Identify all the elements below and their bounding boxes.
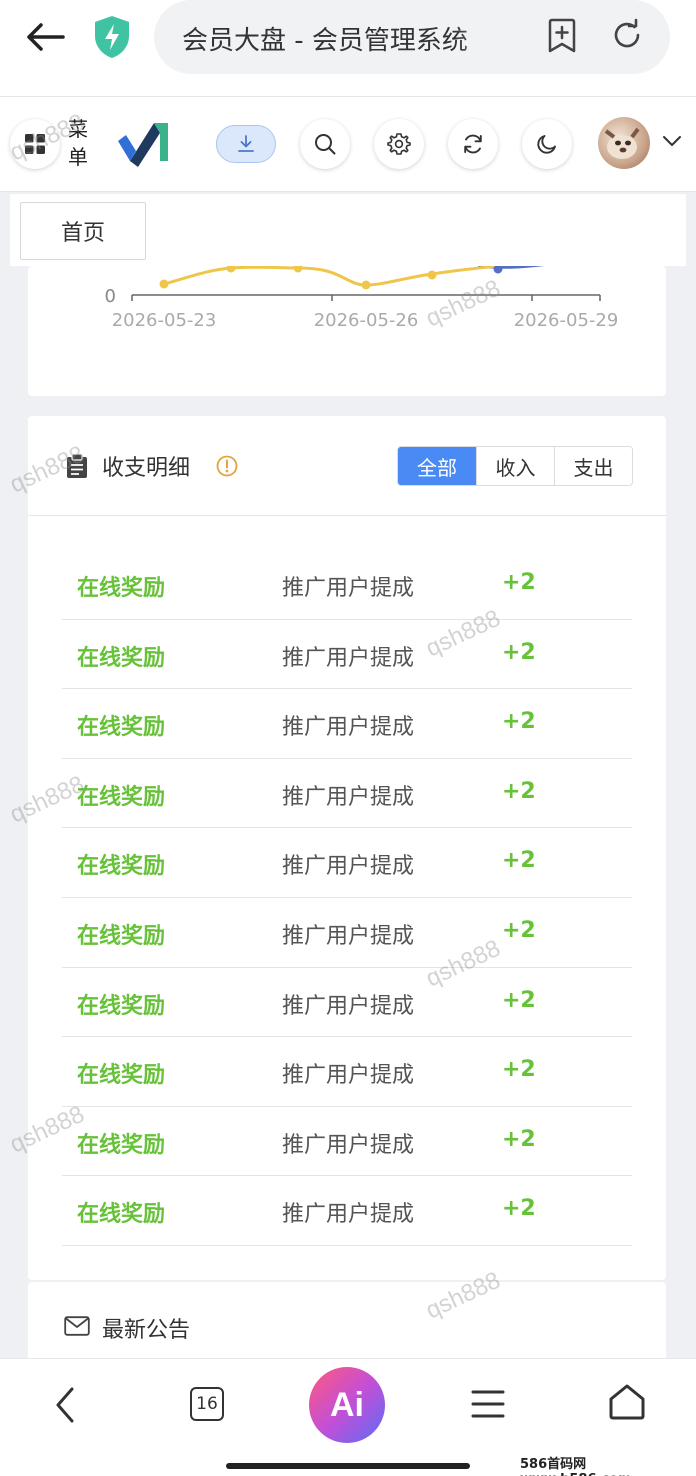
- record-amount: +2: [502, 917, 536, 943]
- record-description: 推广用户提成: [282, 993, 415, 1019]
- list-item[interactable]: 在线奖励 推广用户提成 +2: [62, 828, 632, 898]
- info-icon[interactable]: [216, 455, 238, 481]
- ai-assistant-button[interactable]: Ai: [309, 1367, 385, 1443]
- refresh-icon[interactable]: [448, 119, 498, 169]
- browser-bottom-nav: 16 Ai 586首码网 www.h586.com: [0, 1358, 696, 1476]
- browser-toolbar: 会员大盘 - 会员管理系统: [0, 0, 696, 96]
- filter-all-button[interactable]: 全部: [398, 447, 476, 485]
- record-description: 推广用户提成: [282, 923, 415, 949]
- list-item[interactable]: 在线奖励 推广用户提成 +2: [62, 620, 632, 690]
- record-description: 推广用户提成: [282, 715, 415, 741]
- app-header: 菜单: [0, 96, 696, 192]
- list-item[interactable]: 在线奖励 推广用户提成 +2: [62, 898, 632, 968]
- list-item[interactable]: 在线奖励 推广用户提成 +2: [62, 550, 632, 620]
- download-button[interactable]: [216, 125, 276, 163]
- record-type: 在线奖励: [77, 1132, 166, 1158]
- record-type: 在线奖励: [77, 576, 166, 601]
- add-bookmark-icon[interactable]: [546, 18, 582, 56]
- ledger-header: 收支明细 全部 收入 支出: [28, 416, 666, 516]
- record-amount: +2: [502, 709, 536, 735]
- grid-menu-icon[interactable]: [10, 119, 60, 169]
- record-amount: +2: [502, 1126, 536, 1152]
- logo: [114, 115, 174, 167]
- data-point: [293, 266, 303, 273]
- data-point: [159, 279, 169, 289]
- record-description: 推广用户提成: [282, 854, 415, 880]
- record-type: 在线奖励: [77, 1063, 166, 1089]
- home-icon[interactable]: [608, 1383, 646, 1425]
- record-description: 推广用户提成: [282, 1132, 415, 1158]
- data-point: [493, 266, 503, 274]
- ledger-card: 收支明细 全部 收入 支出 在线奖励 推广用户提成 +2 在线奖励 推广用户提成…: [28, 416, 666, 1280]
- list-item[interactable]: 在线奖励 推广用户提成 +2: [62, 759, 632, 829]
- back-arrow-icon[interactable]: [22, 16, 68, 58]
- record-amount: +2: [502, 987, 536, 1013]
- list-item[interactable]: 在线奖励 推广用户提成 +2: [62, 968, 632, 1038]
- data-point: [427, 270, 437, 280]
- list-item[interactable]: 在线奖励 推广用户提成 +2: [62, 1037, 632, 1107]
- chevron-down-icon[interactable]: [662, 133, 682, 152]
- record-description: 推广用户提成: [282, 784, 415, 810]
- list-item[interactable]: 在线奖励 推广用户提成 +2: [62, 1107, 632, 1177]
- data-point: [361, 280, 371, 290]
- notice-title: 最新公告: [102, 1318, 191, 1343]
- record-description: 推广用户提成: [282, 645, 415, 671]
- record-amount: +2: [502, 778, 536, 804]
- site-watermark: 586首码网 www.h586.com: [520, 1457, 632, 1476]
- record-type: 在线奖励: [77, 923, 166, 949]
- record-amount: +2: [502, 1196, 536, 1222]
- x-tick-label: 2026-05-26: [314, 310, 419, 331]
- record-description: 推广用户提成: [282, 576, 415, 601]
- filter-income-button[interactable]: 收入: [476, 447, 554, 485]
- title-fade: [454, 10, 534, 64]
- list-item[interactable]: 在线奖励 推广用户提成 +2: [62, 1176, 632, 1246]
- tab-home[interactable]: 首页: [20, 202, 146, 260]
- record-description: 推广用户提成: [282, 1202, 415, 1228]
- reload-icon[interactable]: [610, 18, 646, 56]
- record-type: 在线奖励: [77, 993, 166, 1019]
- gear-icon[interactable]: [374, 119, 424, 169]
- ledger-title: 收支明细: [102, 456, 191, 481]
- home-indicator: [226, 1463, 470, 1469]
- clipboard-icon: [66, 453, 88, 482]
- record-amount: +2: [502, 570, 536, 595]
- ledger-list: 在线奖励 推广用户提成 +2 在线奖励 推广用户提成 +2 在线奖励 推广用户提…: [62, 550, 632, 1246]
- record-type: 在线奖励: [77, 645, 166, 671]
- shield-icon: [92, 14, 132, 60]
- address-bar[interactable]: 会员大盘 - 会员管理系统: [154, 0, 670, 74]
- tab-switcher-icon[interactable]: 16: [190, 1387, 224, 1421]
- avatar[interactable]: [598, 117, 650, 169]
- x-tick-label: 2026-05-29: [514, 310, 619, 331]
- menu-label[interactable]: 菜单: [68, 115, 94, 171]
- moon-icon[interactable]: [522, 119, 572, 169]
- series-line-1: [163, 266, 499, 287]
- record-amount: +2: [502, 639, 536, 665]
- hamburger-menu-icon[interactable]: [470, 1389, 506, 1423]
- ledger-filter-group: 全部 收入 支出: [397, 446, 633, 486]
- x-tick-label: 2026-05-23: [112, 310, 217, 331]
- search-icon[interactable]: [300, 119, 350, 169]
- filter-expense-button[interactable]: 支出: [554, 447, 632, 485]
- y-tick-label: 0: [105, 286, 116, 307]
- nav-back-icon[interactable]: [50, 1385, 80, 1429]
- record-amount: +2: [502, 1057, 536, 1083]
- download-icon: [238, 135, 254, 152]
- record-type: 在线奖励: [77, 715, 166, 741]
- trend-chart: 0 2026-05-23 2026-05-26 2026-05-29: [105, 266, 619, 331]
- tab-bar: 首页: [10, 194, 686, 266]
- record-type: 在线奖励: [77, 784, 166, 810]
- trend-chart-card: 0 2026-05-23 2026-05-26 2026-05-29: [28, 266, 666, 396]
- record-description: 推广用户提成: [282, 1063, 415, 1089]
- list-item[interactable]: 在线奖励 推广用户提成 +2: [62, 689, 632, 759]
- record-type: 在线奖励: [77, 854, 166, 880]
- data-point: [226, 266, 236, 273]
- mail-icon: [64, 1316, 90, 1340]
- notice-card: 最新公告: [28, 1282, 666, 1362]
- record-amount: +2: [502, 848, 536, 874]
- record-type: 在线奖励: [77, 1202, 166, 1228]
